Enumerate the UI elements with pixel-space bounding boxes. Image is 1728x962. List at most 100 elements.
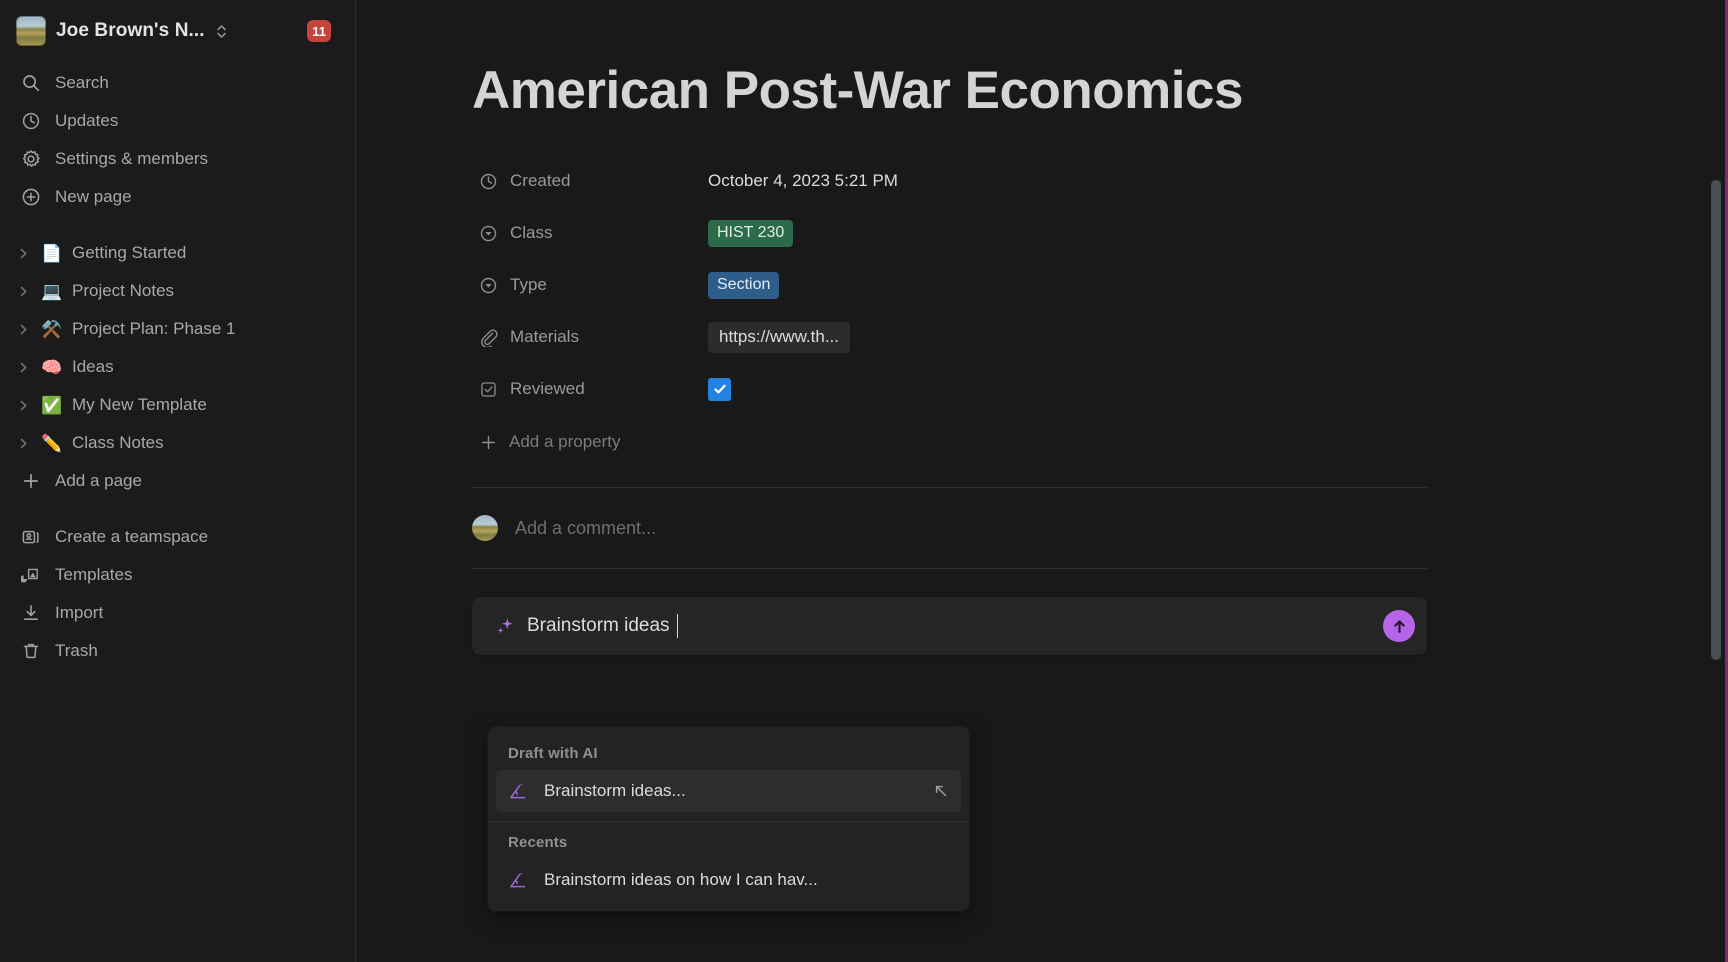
sidebar-item-label: Settings & members bbox=[55, 149, 209, 168]
page-emoji-icon: 🧠 bbox=[41, 357, 63, 377]
property-value-materials[interactable]: https://www.th... bbox=[708, 319, 1446, 355]
gear-icon bbox=[20, 148, 42, 170]
property-key-type[interactable]: Type bbox=[472, 271, 708, 299]
sidebar-page-getting-started[interactable]: 📄 Getting Started bbox=[0, 234, 355, 272]
reviewed-checkbox[interactable] bbox=[708, 377, 731, 401]
menu-divider bbox=[488, 821, 969, 822]
ai-pen-icon bbox=[507, 869, 529, 891]
page-inner: American Post-War Economics Created Octo… bbox=[356, 0, 1446, 656]
chevron-right-icon[interactable] bbox=[14, 244, 32, 262]
search-icon bbox=[20, 72, 42, 94]
sidebar-item-templates[interactable]: Templates bbox=[0, 556, 355, 594]
property-value-reviewed bbox=[708, 371, 1446, 407]
page-properties: Created October 4, 2023 5:21 PM Class HI… bbox=[472, 155, 1446, 465]
property-key-label: Type bbox=[510, 275, 547, 295]
menu-section-title-recents: Recents bbox=[508, 834, 568, 851]
sidebar-page-project-plan-phase-1[interactable]: ⚒️ Project Plan: Phase 1 bbox=[0, 310, 355, 348]
chevron-right-icon[interactable] bbox=[14, 358, 32, 376]
sidebar-page-class-notes[interactable]: ✏️ Class Notes bbox=[0, 424, 355, 462]
sidebar-page-ideas[interactable]: 🧠 Ideas bbox=[0, 348, 355, 386]
property-key-label: Created bbox=[510, 171, 571, 191]
add-comment-row[interactable]: Add a comment... bbox=[472, 488, 1446, 568]
chevron-right-icon[interactable] bbox=[14, 434, 32, 452]
sidebar-page-label: Class Notes bbox=[72, 433, 164, 452]
sidebar-item-new-page[interactable]: New page bbox=[0, 178, 355, 216]
ai-input-value: Brainstorm ideas bbox=[527, 615, 670, 637]
page-emoji-icon: 📄 bbox=[41, 243, 63, 263]
workspace-name: Joe Brown's N... bbox=[56, 20, 205, 41]
chevron-right-icon[interactable] bbox=[14, 320, 32, 338]
property-row-reviewed: Reviewed bbox=[472, 363, 1446, 415]
sidebar-item-import[interactable]: Import bbox=[0, 594, 355, 632]
page-emoji-icon: ✏️ bbox=[41, 433, 63, 453]
menu-item-brainstorm-ideas[interactable]: Brainstorm ideas... bbox=[496, 770, 961, 812]
scrollbar-thumb[interactable] bbox=[1711, 180, 1721, 660]
page-emoji-icon: ⚒️ bbox=[41, 319, 63, 339]
clock-icon bbox=[20, 110, 42, 132]
menu-item-recent-brainstorm[interactable]: Brainstorm ideas on how I can hav... bbox=[496, 859, 961, 901]
page-content-area: American Post-War Economics Created Octo… bbox=[356, 0, 1728, 962]
type-chip[interactable]: Section bbox=[708, 271, 780, 299]
clock-icon bbox=[478, 171, 498, 191]
divider-below-comment bbox=[472, 568, 1427, 570]
sidebar-page-label: Ideas bbox=[72, 357, 114, 376]
materials-url-chip[interactable]: https://www.th... bbox=[708, 321, 850, 353]
sidebar: Joe Brown's N... 11 Search Updates Setti… bbox=[0, 0, 356, 962]
sidebar-item-create-teamspace[interactable]: Create a teamspace bbox=[0, 518, 355, 556]
property-key-created[interactable]: Created bbox=[472, 167, 708, 195]
sidebar-item-label: Import bbox=[55, 603, 104, 622]
paperclip-icon bbox=[478, 327, 498, 347]
property-key-label: Materials bbox=[510, 327, 579, 347]
property-row-type: Type Section bbox=[472, 259, 1446, 311]
page-scrollbar[interactable] bbox=[1710, 0, 1722, 962]
menu-item-label: Brainstorm ideas... bbox=[544, 781, 686, 800]
import-icon bbox=[20, 602, 42, 624]
property-value-created: October 4, 2023 5:21 PM bbox=[708, 163, 1446, 199]
app-window: Joe Brown's N... 11 Search Updates Setti… bbox=[0, 0, 1728, 962]
sidebar-item-trash[interactable]: Trash bbox=[0, 632, 355, 670]
ai-input-bar[interactable]: Brainstorm ideas bbox=[472, 597, 1427, 656]
notification-badge[interactable]: 11 bbox=[307, 20, 331, 42]
property-key-class[interactable]: Class bbox=[472, 219, 708, 247]
page-emoji-icon: ✅ bbox=[41, 395, 63, 415]
property-key-reviewed[interactable]: Reviewed bbox=[472, 375, 708, 403]
select-icon bbox=[478, 275, 498, 295]
property-key-label: Reviewed bbox=[510, 379, 585, 399]
add-property-button[interactable]: Add a property bbox=[472, 419, 627, 465]
property-value-type[interactable]: Section bbox=[708, 267, 1446, 303]
ai-suggestion-menu: Draft with AI Brainstorm ideas... Recent… bbox=[488, 727, 969, 911]
sidebar-page-project-notes[interactable]: 💻 Project Notes bbox=[0, 272, 355, 310]
sidebar-page-my-new-template[interactable]: ✅ My New Template bbox=[0, 386, 355, 424]
ai-send-button[interactable] bbox=[1383, 610, 1415, 643]
sparkle-icon bbox=[494, 615, 516, 637]
sidebar-page-label: My New Template bbox=[72, 395, 207, 414]
sidebar-item-label: Search bbox=[55, 73, 109, 92]
property-key-materials[interactable]: Materials bbox=[472, 323, 708, 351]
sidebar-bottom-nav: Create a teamspace Templates Import Tras… bbox=[0, 518, 355, 670]
workspace-avatar bbox=[16, 16, 46, 46]
menu-section-title-draft-with-ai: Draft with AI bbox=[508, 745, 598, 762]
chevron-right-icon[interactable] bbox=[14, 282, 32, 300]
property-key-label: Class bbox=[510, 223, 553, 243]
sidebar-page-label: Getting Started bbox=[72, 243, 187, 262]
text-cursor bbox=[676, 614, 679, 639]
sidebar-item-updates[interactable]: Updates bbox=[0, 102, 355, 140]
sidebar-item-search[interactable]: Search bbox=[0, 64, 355, 102]
page-title[interactable]: American Post-War Economics bbox=[472, 62, 1446, 119]
sidebar-page-tree: 📄 Getting Started 💻 Project Notes ⚒️ Pro… bbox=[0, 234, 355, 500]
property-value-class[interactable]: HIST 230 bbox=[708, 215, 1446, 251]
sidebar-item-label: Templates bbox=[55, 565, 133, 584]
templates-icon bbox=[20, 564, 42, 586]
sidebar-item-settings[interactable]: Settings & members bbox=[0, 140, 355, 178]
sidebar-add-a-page[interactable]: Add a page bbox=[0, 462, 355, 500]
add-property-label: Add a property bbox=[509, 432, 621, 452]
plus-icon bbox=[478, 432, 498, 452]
sidebar-page-label: Project Notes bbox=[72, 281, 175, 300]
workspace-switcher[interactable]: Joe Brown's N... 11 bbox=[0, 10, 355, 52]
class-chip[interactable]: HIST 230 bbox=[708, 219, 794, 247]
property-row-materials: Materials https://www.th... bbox=[472, 311, 1446, 363]
plus-icon bbox=[20, 470, 42, 492]
add-comment-placeholder: Add a comment... bbox=[515, 517, 657, 538]
chevron-right-icon[interactable] bbox=[14, 396, 32, 414]
